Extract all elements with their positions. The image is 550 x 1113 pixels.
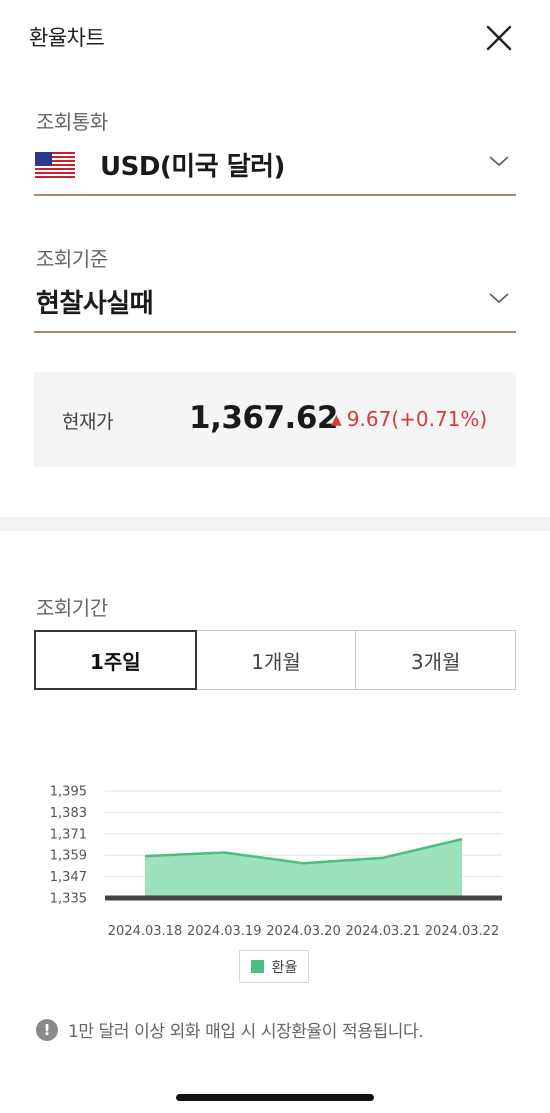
current-price-box: 현재가 1,367.62 ▲ 9.67(+0.71%) bbox=[34, 372, 516, 467]
x-tick-label: 2024.03.22 bbox=[425, 924, 499, 939]
us-flag-icon bbox=[35, 152, 75, 178]
current-price-label: 현재가 bbox=[62, 411, 113, 433]
y-tick-label: 1,335 bbox=[50, 892, 87, 907]
y-tick-label: 1,371 bbox=[50, 827, 87, 842]
y-tick-label: 1,383 bbox=[50, 806, 87, 821]
notice: ! 1만 달러 이상 외화 매입 시 시장환율이 적용됩니다. bbox=[36, 1017, 424, 1042]
price-change: ▲ 9.67(+0.71%) bbox=[331, 407, 487, 431]
x-tick-label: 2024.03.18 bbox=[108, 924, 182, 939]
y-tick-label: 1,359 bbox=[50, 849, 87, 864]
basis-value: 현찰사실때 bbox=[36, 289, 154, 319]
tab-1-week[interactable]: 1주일 bbox=[34, 630, 197, 690]
currency-label: 조회통화 bbox=[36, 110, 108, 134]
legend-label: 환율 bbox=[271, 959, 298, 976]
price-change-value: 9.67(+0.71%) bbox=[346, 407, 488, 431]
current-price-value: 1,367.62 bbox=[189, 400, 338, 436]
x-tick-label: 2024.03.21 bbox=[346, 924, 420, 939]
basis-label: 조회기준 bbox=[36, 247, 108, 271]
exchange-rate-chart: 1,395 1,383 1,371 1,359 1,347 1,335 2024.03.18… bbox=[50, 785, 502, 939]
basis-select[interactable]: 현찰사실때 bbox=[34, 273, 516, 333]
x-tick-label: 2024.03.20 bbox=[266, 924, 340, 939]
chart-legend[interactable]: 환율 bbox=[239, 950, 309, 983]
y-tick-label: 1,347 bbox=[50, 870, 87, 885]
up-triangle-icon: ▲ bbox=[331, 412, 342, 428]
period-label: 조회기간 bbox=[36, 596, 108, 620]
section-divider bbox=[0, 517, 550, 531]
close-button[interactable] bbox=[482, 22, 516, 54]
chevron-down-icon bbox=[489, 156, 509, 167]
x-tick-label: 2024.03.19 bbox=[187, 924, 261, 939]
currency-select[interactable]: USD(미국 달러) bbox=[34, 136, 516, 196]
y-tick-label: 1,395 bbox=[50, 785, 87, 800]
notice-text: 1만 달러 이상 외화 매입 시 시장환율이 적용됩니다. bbox=[68, 1022, 424, 1042]
period-tabs: 1주일 1개월 3개월 bbox=[34, 630, 517, 690]
exchange-rate-chart-screen: 환율차트 조회통화 USD(미국 달러) 조회기준 현찰사실때 현재가 1,36… bbox=[0, 0, 550, 1113]
close-icon bbox=[486, 25, 512, 51]
tab-1-month[interactable]: 1개월 bbox=[196, 630, 357, 690]
home-indicator bbox=[176, 1094, 374, 1101]
tab-3-months[interactable]: 3개월 bbox=[356, 630, 517, 690]
info-icon: ! bbox=[36, 1018, 58, 1041]
chevron-down-icon bbox=[489, 293, 509, 304]
currency-value: USD(미국 달러) bbox=[100, 152, 285, 182]
page-title: 환율차트 bbox=[29, 26, 105, 50]
legend-swatch bbox=[250, 960, 264, 973]
area-fill bbox=[145, 839, 462, 898]
